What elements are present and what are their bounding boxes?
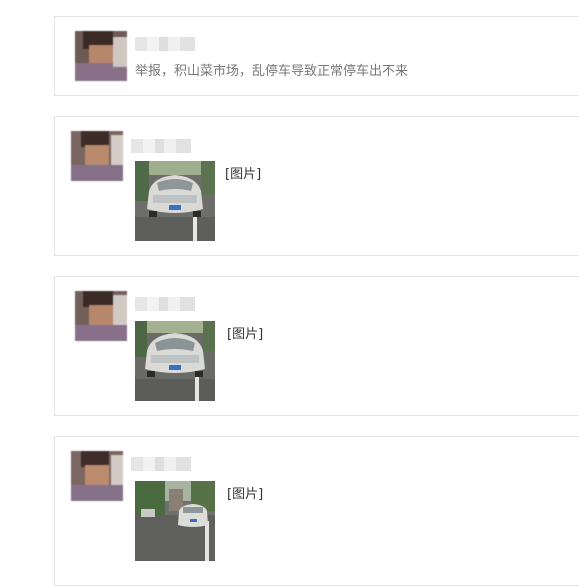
message-card: [图片] (54, 116, 579, 256)
sender-name-blurred (131, 139, 191, 153)
avatar[interactable] (71, 451, 123, 501)
car-photo-image (135, 481, 215, 561)
sender-name-blurred (135, 297, 195, 311)
image-label: [图片] (227, 487, 264, 502)
image-label: [图片] (227, 327, 264, 342)
car-photo-thumbnail[interactable] (135, 321, 215, 401)
car-photo-image (135, 161, 215, 241)
sender-name-blurred (131, 457, 191, 471)
avatar[interactable] (75, 31, 127, 81)
car-photo-image (135, 321, 215, 401)
message-card: 举报，积山菜市场，乱停车导致正常停车出不来 (54, 16, 579, 96)
image-label: [图片] (225, 167, 262, 182)
car-photo-thumbnail[interactable] (135, 481, 215, 561)
avatar[interactable] (75, 291, 127, 341)
car-photo-thumbnail[interactable] (135, 161, 215, 241)
sender-name-blurred (135, 37, 195, 51)
avatar[interactable] (71, 131, 123, 181)
message-text: 举报，积山菜市场，乱停车导致正常停车出不来 (135, 64, 409, 79)
message-card: [图片] (54, 436, 579, 586)
message-card: [图片] (54, 276, 579, 416)
